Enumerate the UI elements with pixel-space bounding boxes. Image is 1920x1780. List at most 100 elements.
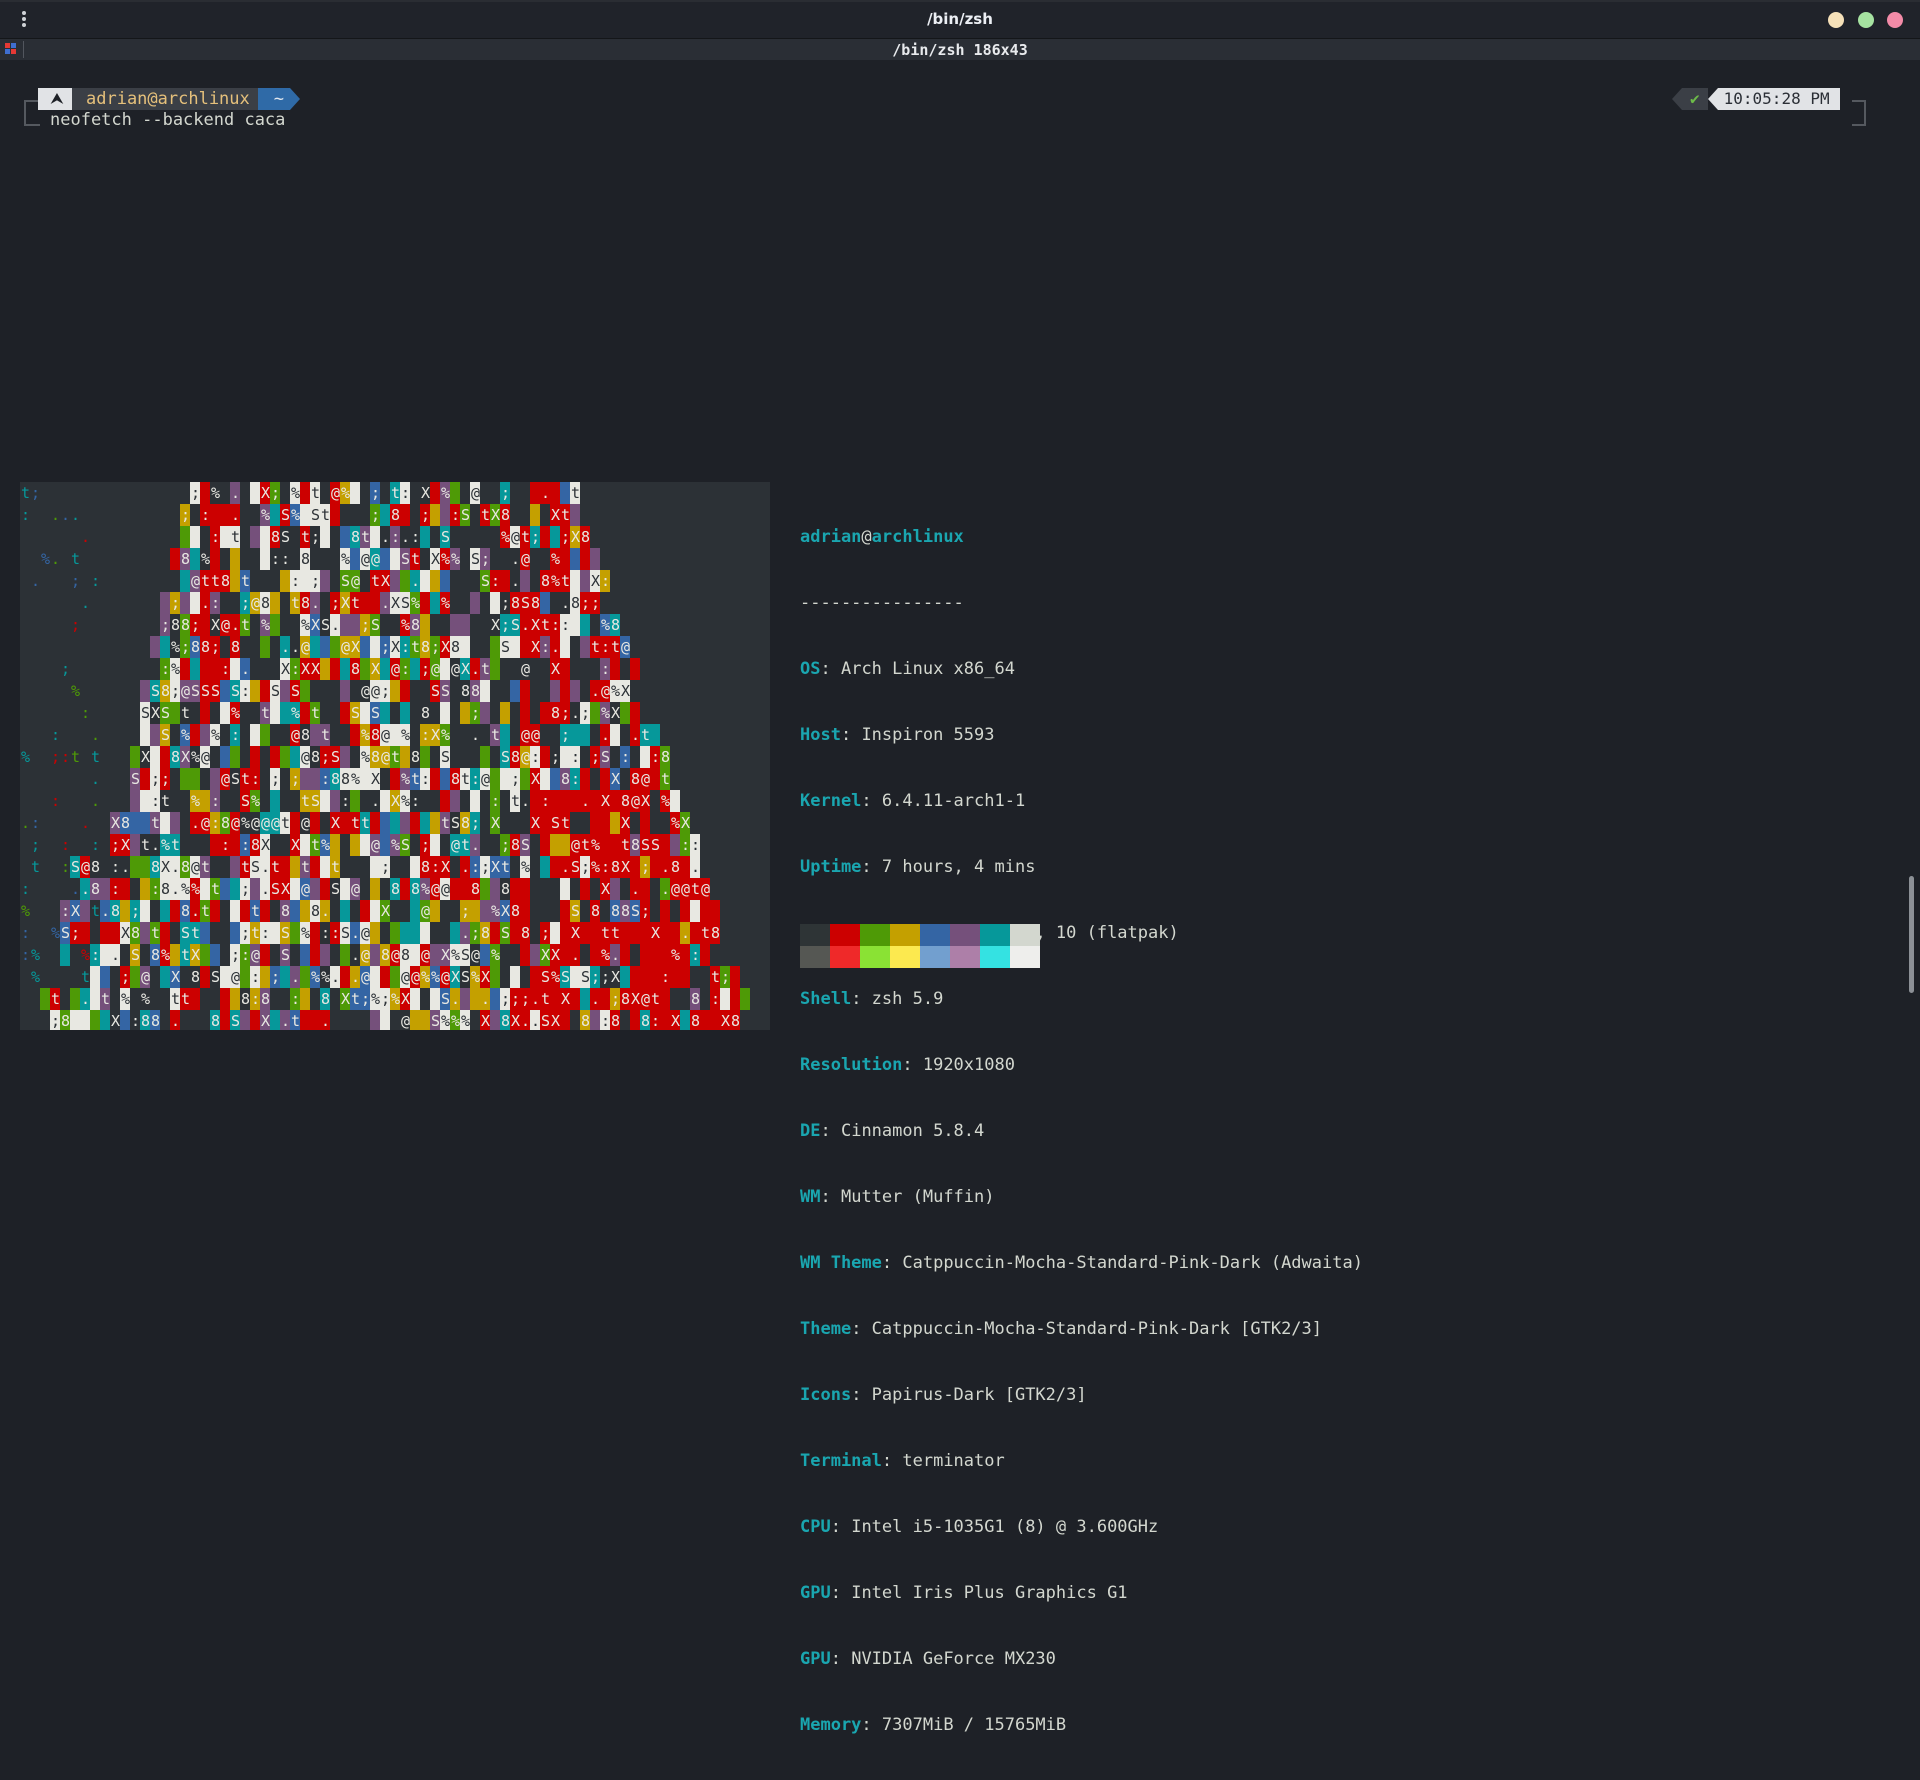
art-cell <box>580 878 590 900</box>
art-cell <box>210 834 220 856</box>
art-cell <box>410 856 420 878</box>
art-glyph: X <box>371 660 380 678</box>
art-glyph: 8 <box>311 902 320 920</box>
art-glyph: X <box>121 836 130 854</box>
art-glyph: 8 <box>301 726 310 744</box>
art-glyph: % <box>471 968 480 986</box>
art-glyph: S <box>271 880 280 898</box>
art-glyph: : <box>251 770 260 788</box>
art-cell <box>300 1010 310 1030</box>
art-glyph: ; <box>241 880 250 898</box>
info-row-cpu: CPU: Intel i5-1035G1 (8) @ 3.600GHz <box>800 1517 1159 1537</box>
art-glyph: 8 <box>421 704 430 722</box>
art-cell <box>140 812 150 834</box>
art-glyph: t <box>611 638 620 656</box>
info-separator: ---------------- <box>800 593 964 613</box>
art-cell <box>710 900 720 922</box>
art-glyph: @ <box>81 858 90 876</box>
art-glyph: S <box>151 682 160 700</box>
art-glyph: % <box>81 946 90 964</box>
art-glyph: X <box>421 484 430 502</box>
art-cell <box>290 878 300 900</box>
art-cell <box>240 900 250 922</box>
art-cell <box>530 504 540 526</box>
art-glyph: @ <box>371 550 380 568</box>
maximize-button[interactable] <box>1858 12 1874 28</box>
art-glyph: 8 <box>111 902 120 920</box>
art-cell <box>650 724 660 746</box>
art-glyph: S <box>281 528 290 546</box>
art-cell <box>100 922 110 944</box>
info-row-theme: Theme: Catppuccin-Mocha-Standard-Pink-Da… <box>800 1319 1323 1339</box>
art-glyph: ; <box>541 924 550 942</box>
art-cell <box>570 614 580 636</box>
art-cell <box>200 944 210 966</box>
art-glyph: % <box>461 1012 470 1030</box>
art-cell <box>300 570 310 592</box>
art-cell <box>320 570 330 592</box>
art-glyph: 8 <box>171 616 180 634</box>
art-cell <box>500 702 510 724</box>
art-cell <box>330 658 340 680</box>
art-glyph: @ <box>251 946 260 964</box>
art-glyph: % <box>31 946 40 964</box>
art-cell <box>320 658 330 680</box>
art-cell <box>390 724 400 746</box>
minimize-button[interactable] <box>1828 12 1844 28</box>
terminal-area[interactable]: ⮝ adrian@archlinux ~ neofetch --backend … <box>0 60 1920 1735</box>
art-glyph: ; <box>581 704 590 722</box>
art-glyph: : <box>331 924 340 942</box>
art-cell <box>490 1010 500 1030</box>
art-cell <box>250 1010 260 1030</box>
art-glyph: t <box>621 836 630 854</box>
art-glyph: . <box>241 660 250 678</box>
tab-title[interactable]: /bin/zsh 186x43 <box>0 41 1920 59</box>
art-cell <box>570 504 580 526</box>
art-cell <box>580 548 590 570</box>
art-glyph: X <box>681 814 690 832</box>
art-glyph: % <box>291 704 300 722</box>
art-cell <box>720 988 730 1010</box>
close-button[interactable] <box>1887 12 1903 28</box>
art-cell <box>130 834 140 856</box>
art-glyph: S <box>281 946 290 964</box>
art-cell <box>400 570 410 592</box>
art-glyph: . <box>561 594 570 612</box>
art-cell <box>350 548 360 570</box>
art-glyph: . <box>481 990 490 1008</box>
art-cell <box>230 878 240 900</box>
art-glyph: . <box>611 946 620 964</box>
art-cell <box>150 724 160 746</box>
art-cell <box>360 768 370 790</box>
art-glyph: : <box>31 814 40 832</box>
art-glyph: : <box>571 748 580 766</box>
art-cell <box>430 592 440 614</box>
art-glyph: 8 <box>551 704 560 722</box>
art-glyph: t <box>491 726 500 744</box>
art-glyph: ; <box>551 748 560 766</box>
art-cell <box>570 724 580 746</box>
art-glyph: : <box>111 858 120 876</box>
art-glyph: 8 <box>231 638 240 656</box>
art-glyph: % <box>291 506 300 524</box>
art-glyph: 8 <box>251 836 260 854</box>
art-cell <box>260 724 270 746</box>
art-glyph: . <box>151 836 160 854</box>
art-cell <box>420 614 430 636</box>
art-glyph: S <box>211 682 220 700</box>
art-glyph: ; <box>161 616 170 634</box>
art-glyph: : <box>491 792 500 810</box>
art-cell <box>330 636 340 658</box>
art-glyph: . <box>351 968 360 986</box>
art-glyph: @ <box>381 726 390 744</box>
art-cell <box>70 1010 80 1030</box>
art-glyph: S <box>281 924 290 942</box>
art-cell <box>130 966 140 988</box>
art-glyph: 8 <box>691 990 700 1008</box>
art-glyph: % <box>591 858 600 876</box>
art-cell <box>210 548 220 570</box>
art-cell <box>210 658 220 680</box>
art-glyph: X <box>531 770 540 788</box>
art-cell <box>550 988 560 1010</box>
scrollbar-thumb[interactable] <box>1909 876 1914 993</box>
